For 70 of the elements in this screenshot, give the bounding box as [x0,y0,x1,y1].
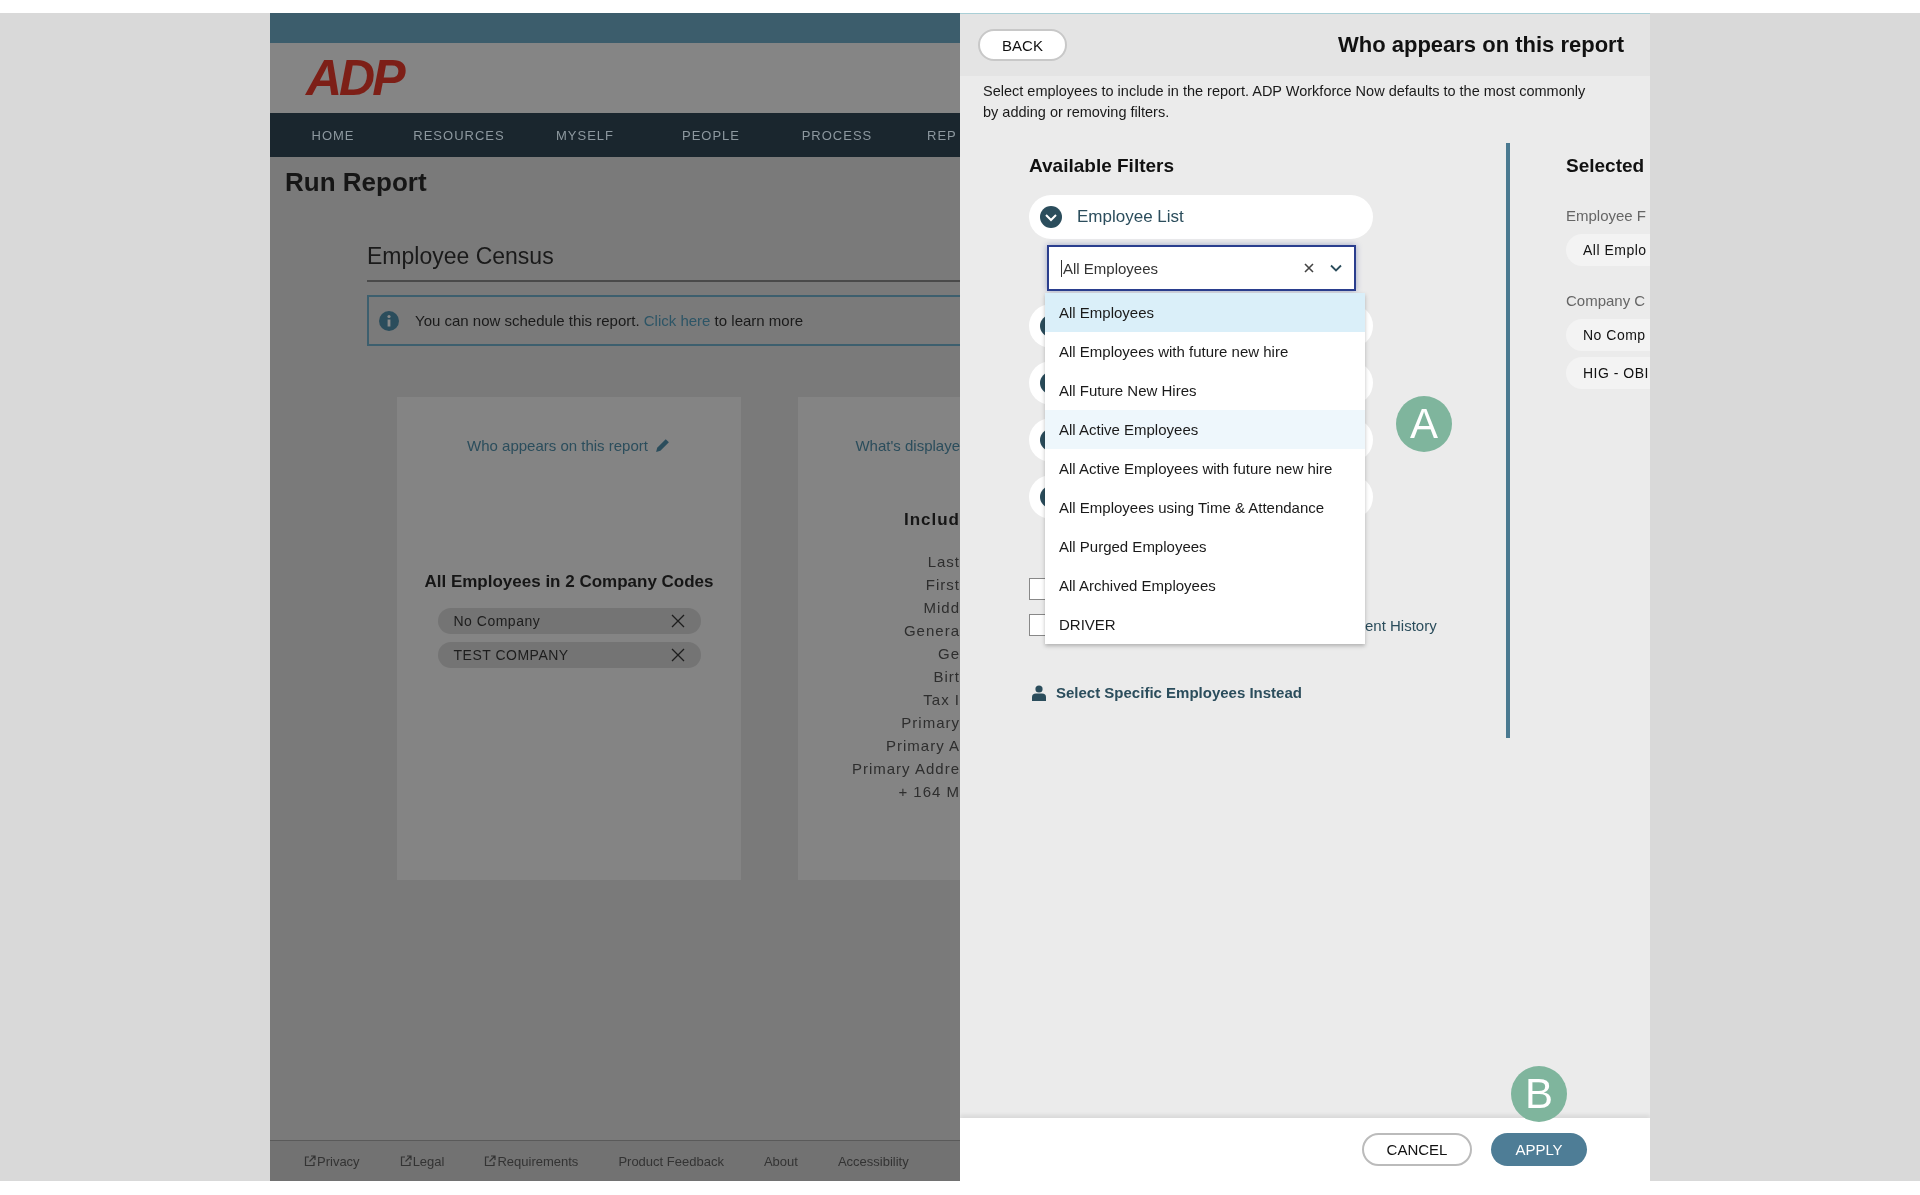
field-name: Tax I [923,690,960,710]
back-button[interactable]: BACK [978,29,1067,61]
external-link-icon [484,1155,497,1167]
selected-chip: All Emplo [1566,234,1650,266]
field-name: First [925,575,960,595]
nav-item[interactable]: PEOPLE [648,127,774,143]
field-name: Genera [903,621,960,641]
selected-chip: HIG - OBI [1566,357,1650,389]
nav-item[interactable]: HOME [270,127,396,143]
filter-pill[interactable]: Employee List [1029,195,1373,239]
info-icon [379,310,399,331]
description-text: Select employees to include in the report. ADP Workforce Now defaults to the most commonly [982,82,1587,101]
select-specific-link[interactable]: Select Specific Employees Instead [1056,684,1302,701]
panel-title: Who appears on this report [1337,32,1624,58]
dropdown-option[interactable]: DRIVER [1045,605,1365,644]
dropdown-option[interactable]: All Employees with future new hire [1045,332,1365,371]
nav-item[interactable]: RESOURCES [396,127,522,143]
field-name: Primary [901,713,960,733]
external-link-icon [304,1155,316,1167]
dropdown-option[interactable]: All Active Employees with future new hire [1045,449,1365,488]
dropdown-option[interactable]: All Employees using Time & Attendance [1045,488,1365,527]
chevron-icon [1040,206,1062,228]
page-title: Run Report [285,167,428,197]
nav-item[interactable]: PROCESS [774,127,900,143]
dropdown-option[interactable]: All Future New Hires [1045,371,1365,410]
footer-link[interactable]: Privacy [304,1153,360,1169]
external-link-icon [399,1155,412,1167]
dropdown-caret-icon[interactable] [1330,264,1342,272]
person-icon [1032,684,1046,701]
dropdown-option[interactable]: All Purged Employees [1045,527,1365,566]
selected-chip: No Comp [1566,319,1650,351]
section-heading: Selected [1566,155,1646,178]
clear-icon[interactable] [1304,263,1314,273]
callout-marker: B [1511,1066,1567,1122]
card-heading: All Employees in 2 Company Codes [424,572,714,592]
dropdown-option[interactable]: All Employees [1045,293,1365,332]
dropdown-option[interactable]: All Archived Employees [1045,566,1365,605]
company-logo[interactable]: ADP [306,53,403,103]
dropdown-option[interactable]: All Active Employees [1045,410,1365,449]
field-name: Last [927,552,960,572]
field-name: Midd [923,598,960,618]
checkbox-label[interactable]: ent History [1365,616,1437,634]
pencil-icon [653,437,671,454]
notice-text: You can now schedule this report. Click here to learn more [415,312,803,329]
field-name: Primary Addre [851,759,960,779]
field-name: + 164 M [898,782,960,802]
field-name: Birt [933,667,960,687]
apply-button[interactable]: APPLY [1491,1133,1587,1166]
description-text: by adding or removing filters. [982,103,1171,122]
footer-link[interactable]: Product Feedback [618,1153,724,1169]
field-name: Primary A [886,736,960,756]
nav-item[interactable]: REP [900,127,957,143]
footer-link[interactable]: Requirements [484,1153,579,1169]
group-label: Employee F [1566,207,1648,224]
nav-item[interactable]: MYSELF [522,127,648,143]
card-heading: Includ [903,510,960,530]
footer-link[interactable]: Accessibility [837,1153,909,1169]
group-label: Company C [1566,292,1647,309]
section-heading: Available Filters [1029,155,1176,178]
cancel-button[interactable]: CANCEL [1362,1133,1472,1166]
company-chip: No Company [437,608,701,634]
field-name: Ge [938,644,960,664]
callout-marker: A [1396,396,1452,452]
company-chip: TEST COMPANY [437,642,701,668]
footer-link[interactable]: Legal [399,1153,445,1169]
remove-icon[interactable] [670,648,685,662]
remove-icon[interactable] [670,614,685,628]
report-title: Employee Census [367,243,960,282]
select-field[interactable]: All Employees [1047,245,1356,291]
footer-link[interactable]: About [763,1153,798,1169]
